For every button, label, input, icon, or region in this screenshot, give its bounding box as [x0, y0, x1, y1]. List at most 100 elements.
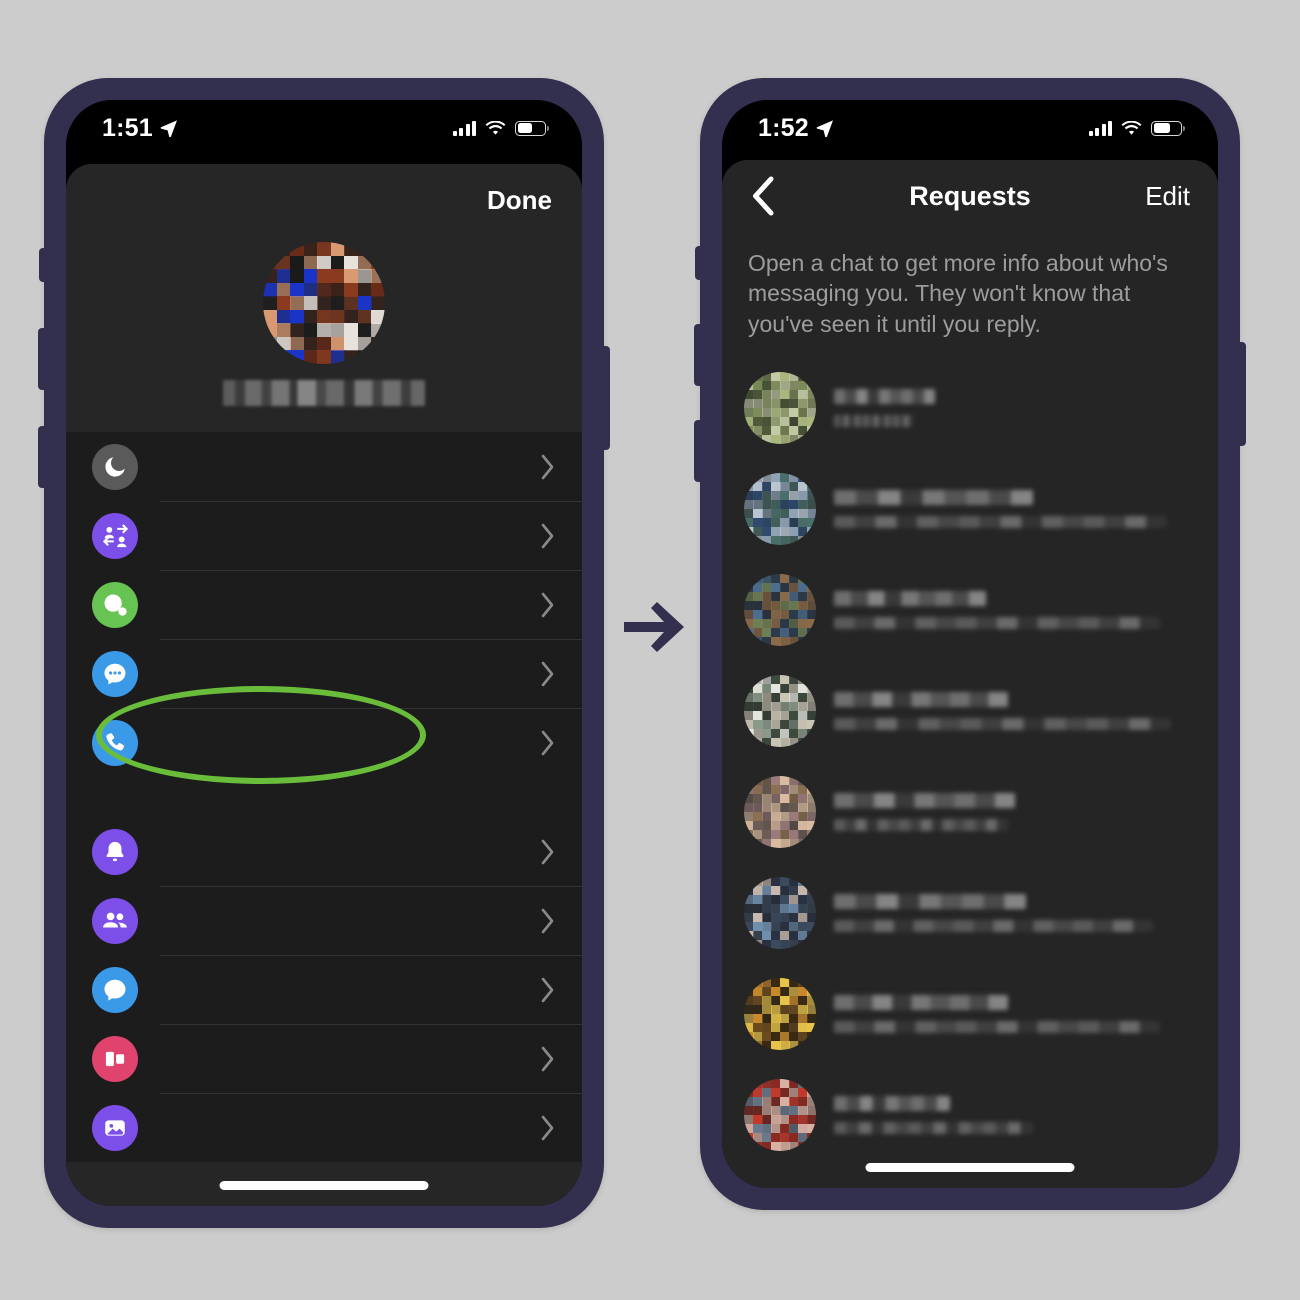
power-button[interactable] [1238, 342, 1246, 446]
settings-row-dark-mode[interactable] [66, 432, 582, 501]
moon-icon [92, 443, 138, 490]
avatar[interactable] [744, 371, 816, 444]
chevron-right-icon [541, 977, 554, 1002]
chevron-right-icon [541, 523, 554, 548]
navigation-bar: Requests Edit [722, 160, 1218, 232]
avatar[interactable] [744, 977, 816, 1050]
screenshot-stage: 1:51 Done 1:52 Requests Edit Open a chat… [0, 0, 1300, 1300]
settings-row-switch-account[interactable] [66, 501, 582, 570]
request-row[interactable] [722, 1064, 1218, 1165]
phone-left: 1:51 Done [38, 78, 610, 1228]
avatar[interactable] [744, 876, 816, 949]
battery-icon [1151, 120, 1186, 136]
location-arrow-icon [160, 120, 177, 137]
page-title: Requests [909, 180, 1031, 211]
avatar[interactable] [744, 775, 816, 848]
requests-list [722, 357, 1218, 1166]
request-preview [834, 1020, 1160, 1033]
avatar[interactable] [744, 674, 816, 747]
home-indicator[interactable] [219, 1181, 429, 1190]
status-bar-clock-left: 1:51 [102, 114, 178, 143]
sheet-topbar: Done [66, 164, 582, 236]
chevron-left-icon[interactable] [750, 176, 776, 216]
settings-sheet: Done [66, 164, 582, 1206]
home-indicator[interactable] [865, 1163, 1075, 1172]
people-icon [92, 897, 138, 944]
volume-up-button[interactable] [694, 324, 702, 386]
status-bar-indicators-left [452, 120, 550, 136]
clock-time: 1:52 [758, 113, 809, 142]
request-preview [834, 1121, 1034, 1134]
wifi-icon [1121, 120, 1142, 135]
chevron-right-icon [541, 1115, 554, 1140]
section-header-preferences [66, 777, 582, 817]
phone-left-screen: 1:51 Done [66, 100, 582, 1206]
request-row[interactable] [722, 458, 1218, 559]
request-name [834, 893, 1026, 909]
request-row[interactable] [722, 559, 1218, 660]
profile-name [223, 380, 425, 406]
chat-bubble-icon [92, 966, 138, 1013]
avatar[interactable] [744, 472, 816, 545]
bell-icon [92, 828, 138, 875]
cellular-signal-icon [452, 120, 476, 136]
message-requests-icon [92, 650, 138, 697]
avatar[interactable] [744, 1078, 816, 1151]
status-bar-left: 1:51 [66, 100, 582, 156]
phone-icon [92, 719, 138, 766]
request-preview [834, 616, 1160, 629]
chevron-right-icon [541, 1046, 554, 1071]
power-button[interactable] [602, 346, 610, 450]
right-arrow-icon [624, 602, 684, 652]
request-row[interactable] [722, 862, 1218, 963]
request-row[interactable] [722, 357, 1218, 458]
status-bar-right: 1:52 [722, 100, 1218, 156]
settings-row-active-status[interactable] [66, 570, 582, 639]
request-name [834, 792, 1015, 808]
chevron-right-icon [541, 730, 554, 755]
request-name [834, 590, 987, 606]
active-status-icon [92, 581, 138, 628]
clock-time: 1:51 [102, 113, 153, 142]
request-row[interactable] [722, 660, 1218, 761]
avatar[interactable] [744, 573, 816, 646]
request-text [834, 691, 1196, 730]
cellular-signal-icon [1088, 120, 1112, 136]
done-button[interactable]: Done [487, 185, 552, 216]
settings-row-story[interactable] [66, 1024, 582, 1093]
location-arrow-icon [816, 120, 833, 137]
request-text [834, 489, 1196, 528]
request-text [834, 590, 1196, 629]
volume-up-button[interactable] [38, 328, 46, 390]
volume-down-button[interactable] [38, 426, 46, 488]
edit-button[interactable]: Edit [1145, 181, 1190, 212]
request-preview [834, 818, 1008, 831]
settings-list [66, 432, 582, 1162]
request-name [834, 994, 1008, 1010]
request-text [834, 893, 1196, 932]
chevron-right-icon [541, 908, 554, 933]
silent-switch-button[interactable] [695, 246, 702, 280]
request-name [834, 1095, 950, 1111]
silent-switch-button[interactable] [39, 248, 46, 282]
settings-row-mobile-number[interactable] [66, 708, 582, 777]
settings-row-people[interactable] [66, 886, 582, 955]
settings-row-messaging-settings[interactable] [66, 955, 582, 1024]
phone-right: 1:52 Requests Edit Open a chat to get mo… [694, 78, 1246, 1210]
volume-down-button[interactable] [694, 420, 702, 482]
settings-row-message-requests[interactable] [66, 639, 582, 708]
wifi-icon [485, 120, 506, 135]
phone-right-screen: 1:52 Requests Edit Open a chat to get mo… [722, 100, 1218, 1188]
story-icon [92, 1035, 138, 1082]
battery-icon [515, 120, 550, 136]
photo-icon [92, 1104, 138, 1151]
settings-row-photos-media[interactable] [66, 1093, 582, 1162]
avatar[interactable] [263, 242, 385, 364]
request-row[interactable] [722, 963, 1218, 1064]
request-row[interactable] [722, 761, 1218, 862]
request-text [834, 792, 1196, 831]
request-name [834, 388, 936, 404]
switch-account-icon [92, 512, 138, 559]
settings-row-notifications-sounds[interactable] [66, 817, 582, 886]
request-preview [834, 717, 1171, 730]
